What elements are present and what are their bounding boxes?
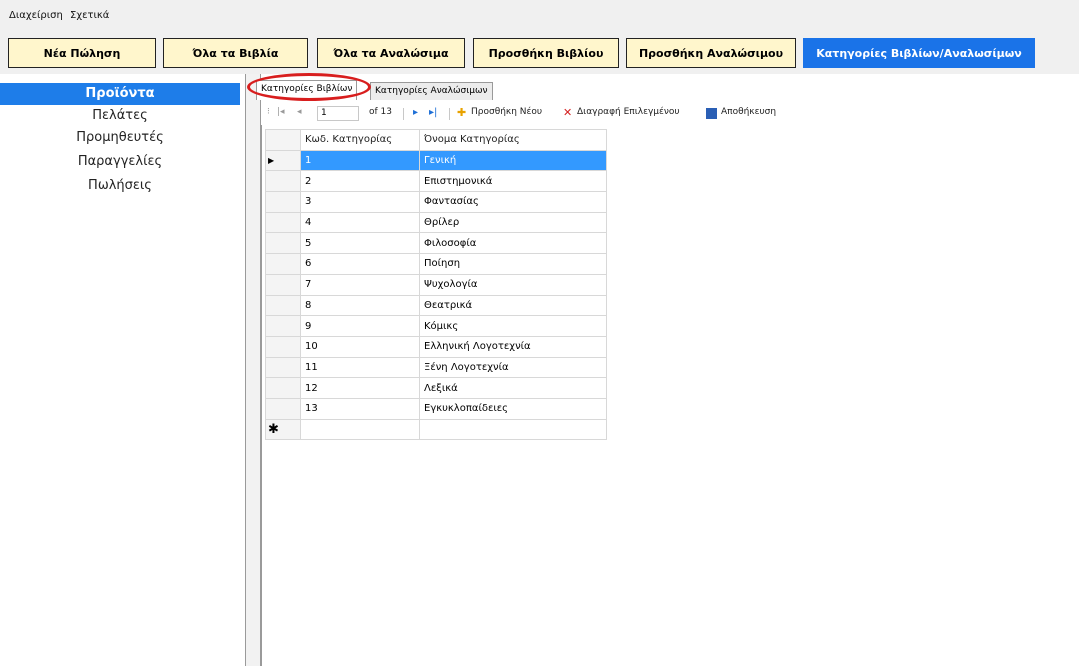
add-book-button[interactable]: Προσθήκη Βιβλίου	[473, 38, 619, 68]
table-row[interactable]: 11 Ξένη Λογοτεχνία	[265, 356, 607, 379]
cell-name[interactable]: Γενική	[419, 149, 607, 172]
row-header[interactable]	[265, 377, 301, 399]
record-count: of 13	[369, 107, 392, 117]
row-header[interactable]	[265, 170, 301, 193]
cell-code[interactable]: 10	[300, 335, 420, 358]
row-header[interactable]	[265, 211, 301, 234]
cell-name[interactable]: Εγκυκλοπαίδειες	[419, 397, 607, 420]
row-header[interactable]	[265, 335, 301, 358]
delete-icon[interactable]: ✕	[563, 106, 572, 119]
column-header-name[interactable]: Όνομα Κατηγορίας	[419, 129, 607, 151]
table-row[interactable]: 12 Λεξικά	[265, 377, 607, 399]
cell-name[interactable]: Λεξικά	[419, 377, 607, 399]
new-row-star-icon[interactable]: ✱	[265, 418, 301, 441]
cell-name-new[interactable]	[419, 418, 607, 441]
menu-bar: Διαχείριση Σχετικά	[0, 0, 1079, 30]
row-header[interactable]	[265, 191, 301, 213]
row-header[interactable]	[265, 397, 301, 420]
row-header[interactable]	[265, 356, 301, 379]
move-next-icon[interactable]: ▸	[413, 107, 418, 118]
cell-name[interactable]: Θρίλερ	[419, 211, 607, 234]
header-row: Κωδ. Κατηγορίας Όνομα Κατηγορίας	[265, 129, 607, 151]
add-new-button[interactable]: Προσθήκη Νέου	[471, 107, 542, 117]
save-icon[interactable]	[706, 108, 717, 119]
save-button[interactable]: Αποθήκευση	[721, 107, 776, 117]
sidebar-item-orders[interactable]: Παραγγελίες	[0, 151, 240, 173]
menu-item-about[interactable]: Σχετικά	[70, 10, 109, 21]
data-table: Κωδ. Κατηγορίας Όνομα Κατηγορίας ▶ 1 Γεν…	[265, 129, 607, 441]
delete-selected-button[interactable]: Διαγραφή Επιλεγμένου	[577, 107, 680, 117]
cell-code[interactable]: 9	[300, 315, 420, 337]
main-toolbar: Νέα Πώληση Όλα τα Βιβλία Όλα τα Αναλώσιμ…	[0, 30, 1079, 74]
new-row[interactable]: ✱	[265, 418, 607, 441]
table-row[interactable]: 2 Επιστημονικά	[265, 170, 607, 193]
table-row[interactable]: 7 Ψυχολογία	[265, 273, 607, 296]
add-consumable-button[interactable]: Προσθήκη Αναλώσιμου	[626, 38, 796, 68]
new-sale-button[interactable]: Νέα Πώληση	[8, 38, 156, 68]
cell-code[interactable]: 5	[300, 232, 420, 255]
table-row[interactable]: 9 Κόμικς	[265, 315, 607, 337]
cell-code[interactable]: 11	[300, 356, 420, 379]
table-row[interactable]: 4 Θρίλερ	[265, 211, 607, 234]
cell-code-new[interactable]	[300, 418, 420, 441]
all-consumables-button[interactable]: Όλα τα Αναλώσιμα	[317, 38, 465, 68]
cell-name[interactable]: Ξένη Λογοτεχνία	[419, 356, 607, 379]
move-previous-icon[interactable]: ◂	[297, 107, 302, 117]
tab-book-categories[interactable]: Κατηγορίες Βιβλίων	[256, 80, 358, 100]
row-header-corner	[265, 129, 301, 151]
cell-code[interactable]: 4	[300, 211, 420, 234]
table-row[interactable]: 13 Εγκυκλοπαίδειες	[265, 397, 607, 420]
all-books-button[interactable]: Όλα τα Βιβλία	[163, 38, 308, 68]
row-header[interactable]	[265, 232, 301, 255]
cell-code[interactable]: 13	[300, 397, 420, 420]
separator	[449, 108, 450, 120]
cell-code[interactable]: 8	[300, 294, 420, 317]
tab-consumable-categories[interactable]: Κατηγορίες Αναλώσιμων	[370, 82, 493, 100]
row-header[interactable]	[265, 315, 301, 337]
table-row[interactable]: 10 Ελληνική Λογοτεχνία	[265, 335, 607, 358]
table-row[interactable]: 3 Φαντασίας	[265, 191, 607, 213]
categories-grid: Κωδ. Κατηγορίας Όνομα Κατηγορίας ▶ 1 Γεν…	[261, 125, 1079, 666]
move-last-icon[interactable]: ▸|	[429, 107, 437, 118]
binding-navigator: ⁝ |◂ ◂ 1 of 13 ▸ ▸| ✚ Προσθήκη Νέου ✕ Δι…	[261, 104, 1079, 124]
cell-name[interactable]: Επιστημονικά	[419, 170, 607, 193]
menu-item-manage[interactable]: Διαχείριση	[9, 10, 63, 21]
add-icon[interactable]: ✚	[457, 106, 466, 119]
cell-name[interactable]: Κόμικς	[419, 315, 607, 337]
cell-code[interactable]: 1	[300, 149, 420, 172]
sidebar-item-suppliers[interactable]: Προμηθευτές	[0, 127, 240, 149]
table-row[interactable]: 5 Φιλοσοφία	[265, 232, 607, 255]
table-row[interactable]: 8 Θεατρικά	[265, 294, 607, 317]
sidebar-item-customers[interactable]: Πελάτες	[0, 105, 240, 127]
position-input[interactable]: 1	[317, 106, 359, 121]
panel-splitter[interactable]	[245, 74, 261, 666]
row-header[interactable]	[265, 294, 301, 317]
cell-name[interactable]: Ψυχολογία	[419, 273, 607, 296]
row-selector-arrow-icon[interactable]: ▶	[265, 149, 301, 172]
column-header-code[interactable]: Κωδ. Κατηγορίας	[300, 129, 420, 151]
cell-name[interactable]: Θεατρικά	[419, 294, 607, 317]
cell-code[interactable]: 12	[300, 377, 420, 399]
move-first-icon[interactable]: |◂	[277, 107, 285, 117]
table-row[interactable]: 6 Ποίηση	[265, 253, 607, 275]
row-header[interactable]	[265, 273, 301, 296]
cell-name[interactable]: Ποίηση	[419, 253, 607, 275]
sidebar-item-sales[interactable]: Πωλήσεις	[0, 175, 240, 197]
cell-name[interactable]: Φιλοσοφία	[419, 232, 607, 255]
cell-code[interactable]: 3	[300, 191, 420, 213]
cell-name[interactable]: Ελληνική Λογοτεχνία	[419, 335, 607, 358]
grip-icon: ⁝	[267, 107, 270, 117]
sidebar-item-products[interactable]: Προϊόντα	[0, 83, 240, 105]
cell-code[interactable]: 6	[300, 253, 420, 275]
table-row[interactable]: ▶ 1 Γενική	[265, 149, 607, 172]
cell-name[interactable]: Φαντασίας	[419, 191, 607, 213]
row-header[interactable]	[265, 253, 301, 275]
categories-button[interactable]: Κατηγορίες Βιβλίων/Αναλωσίμων	[803, 38, 1035, 68]
cell-code[interactable]: 7	[300, 273, 420, 296]
sidebar: Προϊόντα Πελάτες Προμηθευτές Παραγγελίες…	[0, 74, 245, 666]
separator	[403, 108, 404, 120]
cell-code[interactable]: 2	[300, 170, 420, 193]
